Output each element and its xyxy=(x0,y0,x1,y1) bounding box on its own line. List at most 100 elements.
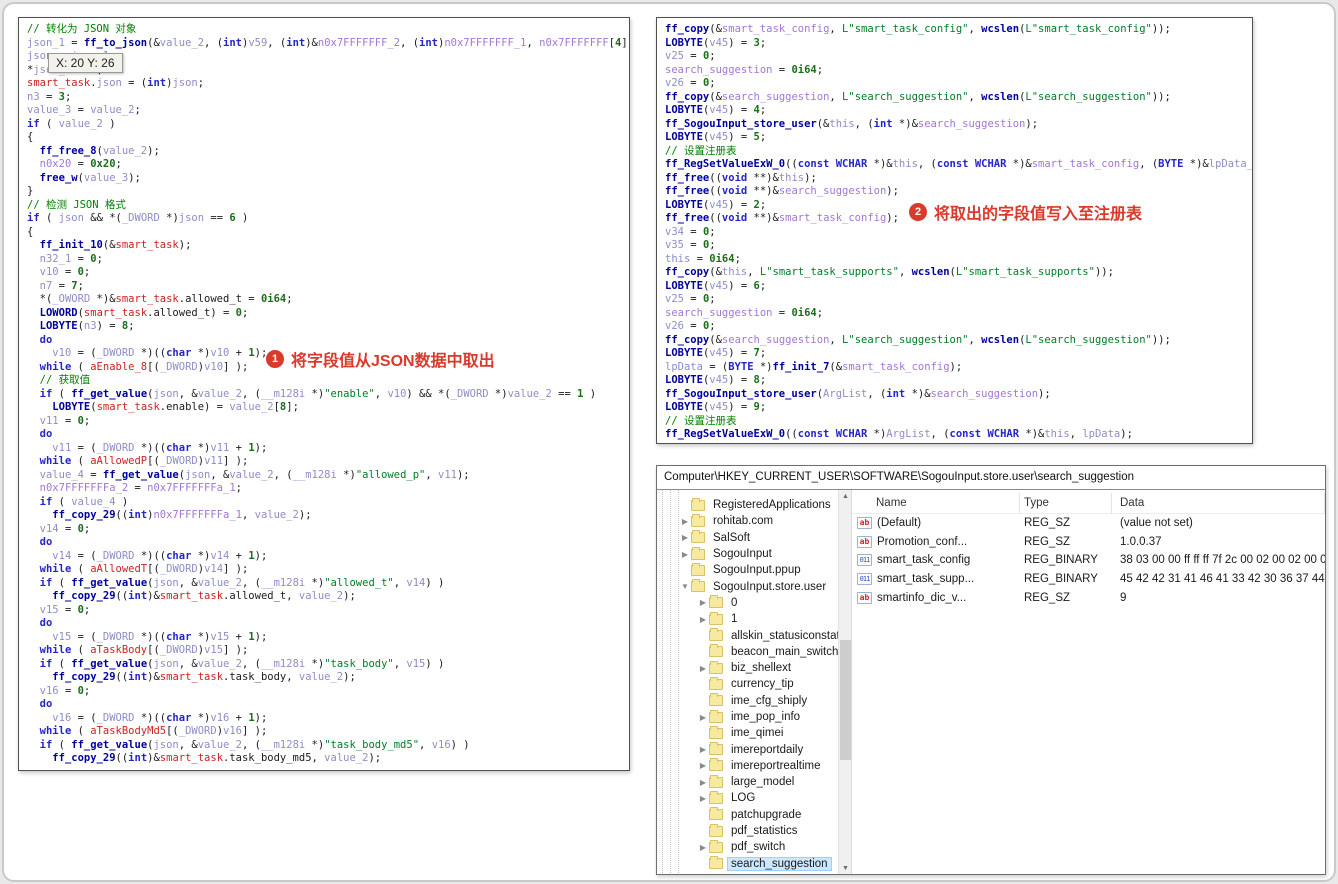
registry-value-row[interactable]: 011 smart_task_config REG_BINARY 38 03 00 0… xyxy=(852,551,1325,570)
registry-value-row[interactable]: 011 smart_task_supp... REG_BINARY 45 42 42 … xyxy=(852,570,1325,589)
tree-item-currency-tip[interactable]: currency_tip xyxy=(657,676,838,692)
numbered-badge-2-icon: 2 xyxy=(909,203,927,221)
tree-item-sogouinput-ppup[interactable]: SogouInput.ppup xyxy=(657,562,838,578)
chevron-right-icon[interactable]: ▶ xyxy=(697,843,709,852)
code-line: // 转化为 JSON 对象 xyxy=(27,23,137,35)
code-line: n0x7FFFFFFFa_2 = n0x7FFFFFFFa_1; xyxy=(39,482,242,494)
tree-item-log[interactable]: ▶ LOG xyxy=(657,790,838,806)
code-line: ff_SogouInput_store_user(ArgList, (int *… xyxy=(665,387,1051,400)
tree-item-salsoft[interactable]: ▶ SalSoft xyxy=(657,530,838,546)
numbered-badge-1-icon: 1 xyxy=(266,350,284,368)
chevron-right-icon[interactable]: ▶ xyxy=(697,778,709,787)
chevron-right-icon[interactable]: ▶ xyxy=(679,517,691,526)
code-line: LOBYTE(v45) = 6; xyxy=(665,279,767,292)
tree-item-search-suggestion[interactable]: search_suggestion xyxy=(657,856,838,872)
code-line: json_1 = ff_to_json(&value_2, (int)v59, … xyxy=(27,36,629,49)
chevron-right-icon[interactable]: ▶ xyxy=(697,664,709,673)
code-line: v25 = 0; xyxy=(665,50,716,62)
tree-item-imereportdaily[interactable]: ▶ imereportdaily xyxy=(657,741,838,757)
tree-item-registeredapplications[interactable]: RegisteredApplications xyxy=(657,497,838,513)
folder-icon xyxy=(709,628,723,642)
registry-value-row[interactable]: ab smartinfo_dic_v... REG_SZ 9 xyxy=(852,588,1325,607)
folder-icon xyxy=(709,807,723,821)
column-header-name[interactable]: Name xyxy=(852,493,1020,513)
folder-icon xyxy=(709,823,723,837)
folder-icon xyxy=(709,790,723,804)
code-line: smart_task.json = (int)json; xyxy=(27,77,205,89)
tree-item-allskin-statusiconstatis[interactable]: allskin_statusiconstatis xyxy=(657,627,838,643)
tree-item-ime-pop-info[interactable]: ▶ ime_pop_info xyxy=(657,709,838,725)
list-header: Name Type Data xyxy=(852,493,1325,514)
tree-item-imereportrealtime[interactable]: ▶ imereportrealtime xyxy=(657,758,838,774)
code-line: // 设置注册表 xyxy=(665,144,737,157)
folder-icon xyxy=(691,497,705,511)
folder-icon xyxy=(709,676,723,690)
code-line: LOBYTE(v45) = 3; xyxy=(665,36,767,49)
scrollbar-down-icon[interactable]: ▼ xyxy=(839,862,852,874)
code-line: ff_RegSetValueExW_0((const WCHAR *)ArgLi… xyxy=(665,428,1133,440)
tree-item-rohitab-com[interactable]: ▶ rohitab.com xyxy=(657,513,838,529)
value-type: REG_SZ xyxy=(1024,517,1071,530)
tree-item-1[interactable]: ▶ 1 xyxy=(657,611,838,627)
tree-item-label: currency_tip xyxy=(731,678,794,691)
code-line: LOWORD(smart_task.allowed_t) = 0; xyxy=(39,306,249,319)
screenshot-card: // 转化为 JSON 对象 json_1 = ff_to_json(&value… xyxy=(2,2,1336,882)
tree-item-sogouinput[interactable]: ▶ SogouInput xyxy=(657,546,838,562)
reg-string-icon: ab xyxy=(857,517,872,530)
code-line: free_w(value_3); xyxy=(39,171,141,184)
code-line: v34 = 0; xyxy=(665,225,716,238)
registry-value-row[interactable]: ab (Default) REG_SZ (value not set) xyxy=(852,514,1325,533)
tree-item-large-model[interactable]: ▶ large_model xyxy=(657,774,838,790)
chevron-right-icon[interactable]: ▶ xyxy=(697,761,709,770)
reg-string-icon: ab xyxy=(857,535,872,548)
column-header-data[interactable]: Data xyxy=(1112,493,1325,513)
code-line: while ( aTaskBody[(_DWORD)v15] ); xyxy=(39,644,249,656)
annotation-1: 1 将字段值从JSON数据中取出 xyxy=(266,347,495,371)
tree-item-pdf-statistics[interactable]: pdf_statistics xyxy=(657,823,838,839)
code-line: v26 = 0; xyxy=(665,77,716,89)
tree-item-biz-shellext[interactable]: ▶ biz_shellext xyxy=(657,660,838,676)
code-line: v10 = 0; xyxy=(39,266,91,278)
value-name: (Default) xyxy=(877,517,922,530)
code-line: { xyxy=(27,131,34,143)
value-data: 9 xyxy=(1120,591,1127,604)
tree-item-ime-cfg-shiply[interactable]: ime_cfg_shiply xyxy=(657,693,838,709)
chevron-right-icon[interactable]: ▶ xyxy=(697,745,709,754)
code-line: ff_copy_29((int)&smart_task.task_body_md… xyxy=(52,752,382,764)
column-header-type[interactable]: Type xyxy=(1020,493,1112,513)
chevron-right-icon[interactable]: ▶ xyxy=(679,550,691,559)
registry-value-list: Name Type Data ab (Default) REG_SZ (value n… xyxy=(851,490,1325,874)
tree-item-label: ime_pop_info xyxy=(731,711,801,723)
scrollbar-thumb[interactable] xyxy=(840,640,851,760)
reg-binary-icon: 011 xyxy=(857,554,872,567)
code-line: do xyxy=(39,617,53,629)
chevron-right-icon[interactable]: ▶ xyxy=(697,598,709,607)
chevron-right-icon[interactable]: ▶ xyxy=(697,794,709,803)
tree-item-0[interactable]: ▶ 0 xyxy=(657,595,838,611)
chevron-down-icon[interactable]: ▼ xyxy=(679,582,691,591)
folder-icon xyxy=(709,644,723,658)
code-line: ff_copy(&search_suggestion, L"search_sug… xyxy=(665,333,1171,346)
tree-item-label: pdf_statistics xyxy=(731,825,798,838)
scrollbar-up-icon[interactable]: ▲ xyxy=(839,490,852,503)
value-name: Promotion_conf... xyxy=(877,535,968,548)
tree-item-label: imereportdaily xyxy=(731,743,804,756)
tree-item-pdf-switch[interactable]: ▶ pdf_switch xyxy=(657,839,838,855)
code-line: LOBYTE(v45) = 7; xyxy=(665,347,767,359)
code-line: // 设置注册表 xyxy=(665,414,737,427)
code-line: do xyxy=(39,698,53,710)
code-line: value_4 = ff_get_value(json, &value_2, (… xyxy=(39,468,470,481)
reg-binary-icon: 011 xyxy=(857,573,872,586)
tree-item-sogouinput-store-user[interactable]: ▼ SogouInput.store.user xyxy=(657,578,838,594)
tree-item-ime-qimei[interactable]: ime_qimei xyxy=(657,725,838,741)
chevron-right-icon[interactable]: ▶ xyxy=(697,615,709,624)
registry-value-row[interactable]: ab Promotion_conf... REG_SZ 1.0.0.37 xyxy=(852,533,1325,552)
chevron-right-icon[interactable]: ▶ xyxy=(679,533,691,542)
tree-scrollbar[interactable]: ▲ ▼ xyxy=(838,490,852,874)
folder-icon xyxy=(709,709,723,723)
registry-address-bar[interactable]: Computer\HKEY_CURRENT_USER\SOFTWARE\Sogo… xyxy=(657,466,1325,490)
code-line: ff_RegSetValueExW_0((const WCHAR *)&this… xyxy=(665,158,1253,170)
tree-item-beacon-main-switch[interactable]: beacon_main_switch xyxy=(657,644,838,660)
tree-item-patchupgrade[interactable]: patchupgrade xyxy=(657,807,838,823)
chevron-right-icon[interactable]: ▶ xyxy=(697,713,709,722)
